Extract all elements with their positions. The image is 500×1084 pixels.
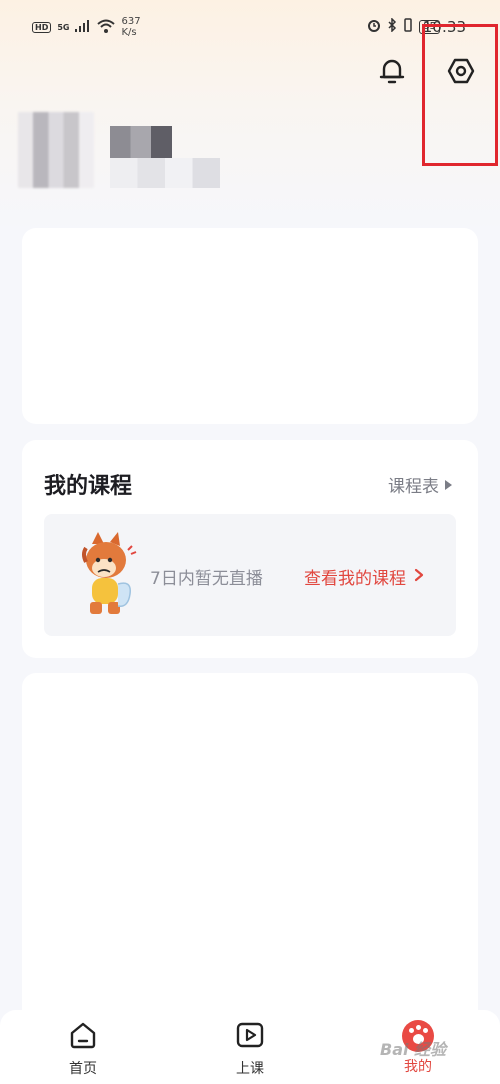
- vibrate-icon: [403, 18, 413, 35]
- settings-button[interactable]: [446, 58, 476, 88]
- signal-label: 5G: [57, 22, 70, 32]
- watermark: Bai 经验: [380, 1040, 447, 1059]
- alarm-icon: [367, 18, 381, 35]
- play-icon: [235, 1020, 265, 1054]
- net-speed-unit: K/s: [121, 27, 137, 38]
- my-courses-card: 我的课程 课程表 7日内暂无直播 查看我的课程: [22, 440, 478, 658]
- profile-card: [22, 228, 478, 424]
- username-blurred: [110, 126, 172, 158]
- view-my-courses-label: 查看我的课程: [304, 569, 406, 589]
- notification-bell-button[interactable]: [377, 58, 407, 88]
- mascot-illustration: [74, 530, 146, 622]
- tab-home[interactable]: 首页: [43, 1020, 123, 1078]
- net-speed: 637 K/s: [121, 16, 140, 38]
- user-subtitle-blurred: [110, 158, 220, 188]
- home-icon: [68, 1020, 98, 1054]
- tab-class-label: 上课: [236, 1061, 264, 1077]
- wifi-icon: [97, 19, 116, 36]
- tab-class[interactable]: 上课: [210, 1020, 290, 1078]
- avatar[interactable]: [18, 112, 94, 188]
- my-courses-title: 我的课程: [44, 474, 133, 499]
- chevron-right-icon: [414, 567, 424, 587]
- settings-icon: [447, 57, 475, 89]
- status-left: HD 5G 637 K/s: [32, 16, 141, 38]
- status-bar: HD 5G 637 K/s 85 10:33: [0, 12, 500, 46]
- no-live-text: 7日内暂无直播: [150, 569, 263, 589]
- triangle-right-icon: [445, 479, 452, 490]
- hd-badge: HD: [32, 21, 52, 33]
- status-time: 10:33: [422, 18, 466, 36]
- course-empty-state: 7日内暂无直播 查看我的课程: [44, 514, 456, 636]
- bell-icon: [379, 57, 405, 89]
- schedule-link[interactable]: 课程表: [388, 472, 452, 497]
- view-my-courses-link[interactable]: 查看我的课程: [304, 564, 424, 589]
- tab-home-label: 首页: [69, 1061, 97, 1077]
- content-card: [22, 673, 478, 1053]
- signal-icon: [75, 19, 91, 35]
- net-speed-value: 637: [121, 16, 141, 27]
- bluetooth-icon: [387, 17, 397, 35]
- schedule-label: 课程表: [388, 477, 439, 497]
